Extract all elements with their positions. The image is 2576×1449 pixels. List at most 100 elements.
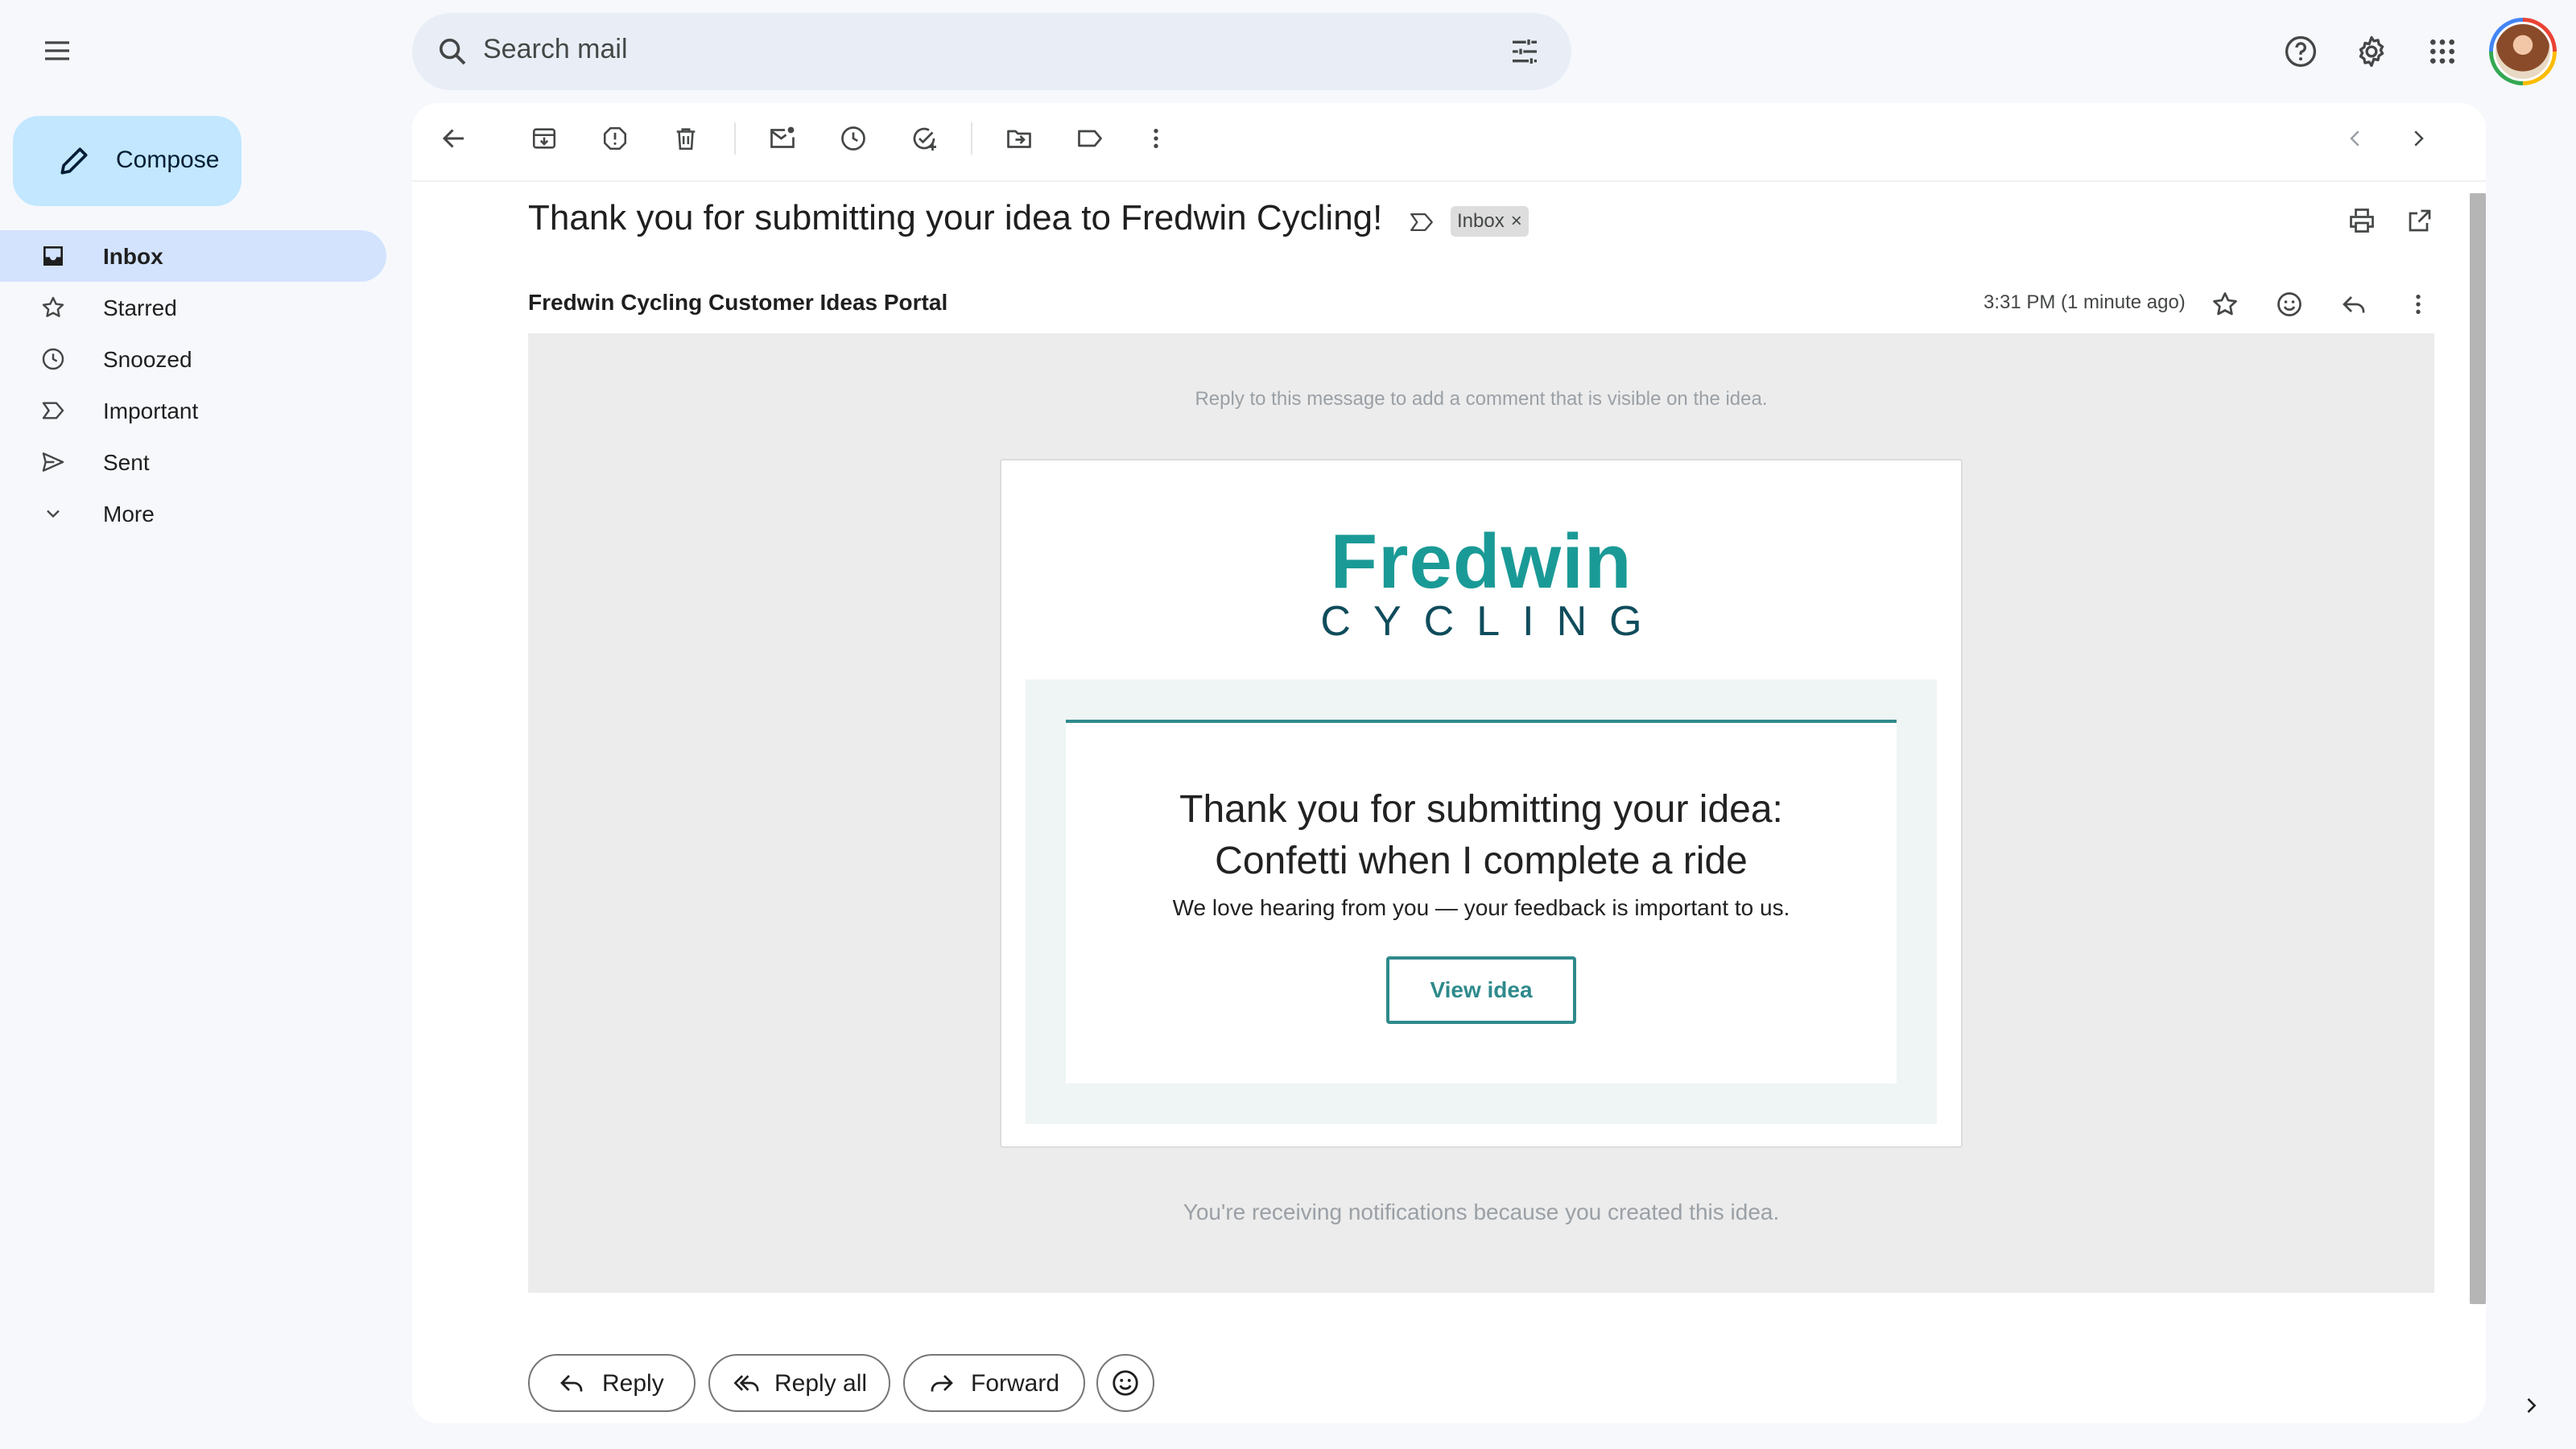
add-to-tasks-button[interactable] [902,116,947,161]
move-to-button[interactable] [997,116,1042,161]
report-spam-button[interactable] [592,116,638,161]
toolbar-divider [971,122,972,155]
toolbar-divider [734,122,736,155]
more-vert-icon [1154,129,1158,148]
sidebar-item-label: Important [103,398,199,423]
archive-icon [532,128,556,149]
snooze-button[interactable] [831,116,876,161]
settings-button[interactable] [2346,26,2397,77]
reply-all-button[interactable]: Reply all [708,1354,890,1412]
feedback-message: We love hearing from you — your feedback… [1172,895,1790,920]
more-vert-icon [2416,295,2421,314]
reply-instruction: Reply to this message to add a comment t… [1195,388,1768,410]
message-time: 3:31 PM (1 minute ago) [1984,291,2186,313]
main-menu-button[interactable] [29,23,85,79]
add-task-icon [913,127,936,151]
more-options-button[interactable] [1133,116,1179,161]
headline: Thank you for submitting your idea: Conf… [1066,784,1897,887]
chevron-right-icon [2527,1397,2537,1414]
hamburger-menu-icon [45,41,69,60]
sidebar-item-inbox[interactable]: Inbox [0,230,386,282]
fredwin-cycling-logo: Fredwin CYCLING [1001,518,1961,645]
reply-all-icon [731,1367,763,1399]
search-input[interactable]: Search mail [483,34,628,65]
emoji-reaction-button[interactable] [1096,1354,1154,1412]
forward-label: Forward [971,1370,1060,1397]
content-band: Thank you for submitting your idea: Conf… [1026,679,1937,1124]
sidebar-item-more[interactable]: More [0,488,386,539]
sidebar-item-label: Snoozed [103,347,192,372]
view-idea-button[interactable]: View idea [1386,956,1576,1024]
notification-reason: You're receiving notifications because y… [1183,1199,1780,1224]
open-in-new-window-button[interactable] [2397,198,2442,243]
mark-unread-button[interactable] [760,116,805,161]
archive-button[interactable] [522,116,567,161]
sidebar-item-label: Starred [103,295,177,320]
forward-button[interactable]: Forward [903,1354,1085,1412]
older-button[interactable] [2396,116,2441,161]
search-icon[interactable] [428,27,477,76]
sender-name[interactable]: Fredwin Cycling Customer Ideas Portal [528,290,947,316]
add-reaction-button[interactable] [2267,282,2312,327]
scrollbar-thumb[interactable] [2470,193,2486,1304]
importance-marker[interactable] [1404,204,1439,240]
headline-line-2: Confetti when I complete a ride [1215,840,1748,882]
label-chip-inbox[interactable]: Inbox × [1451,206,1529,237]
sidebar-item-label: More [103,502,155,526]
mail-unread-icon [770,126,795,148]
back-button[interactable] [431,116,477,161]
emoji-icon [2277,292,2301,316]
google-apps-button[interactable] [2417,26,2468,77]
content-box: Thank you for submitting your idea: Conf… [1066,720,1897,1084]
reply-label: Reply [602,1370,664,1397]
clock-icon [841,126,865,151]
trash-icon [676,128,696,151]
apps-grid-icon [2430,39,2454,64]
important-icon [39,396,68,425]
chevron-left-icon [2350,130,2359,147]
account-avatar[interactable] [2489,18,2557,85]
star-button[interactable] [2202,282,2248,327]
chevron-right-icon [2414,130,2424,147]
label-chip-text: Inbox [1457,210,1505,232]
sidebar-item-important[interactable]: Important [0,385,386,436]
toolbar-divider-line [412,180,2486,182]
compose-button[interactable]: Compose [13,116,242,206]
message-more-button[interactable] [2396,282,2441,327]
important-icon [1410,213,1433,232]
star-icon [2213,292,2237,316]
send-icon [39,448,68,477]
logo-main-text: Fredwin [1330,518,1633,605]
headline-line-1: Thank you for submitting your idea: [1179,788,1783,831]
label-icon [1078,130,1102,147]
logo-sub-text: CYCLING [1320,598,1665,645]
sidebar-item-starred[interactable]: Starred [0,282,386,333]
print-button[interactable] [2339,198,2384,243]
newer-button[interactable] [2333,116,2378,161]
show-side-panel-button[interactable] [2515,1389,2547,1422]
help-icon [2285,35,2317,68]
emoji-icon [1113,1370,1138,1396]
reply-icon [2343,296,2365,313]
print-icon [2350,208,2374,233]
search-options-icon[interactable] [1501,27,1549,76]
email-card: Fredwin CYCLING Thank you for submitting… [1000,459,1963,1148]
reply-icon [555,1367,588,1399]
help-button[interactable] [2275,26,2326,77]
delete-button[interactable] [663,116,708,161]
open-new-icon [2409,209,2431,232]
sidebar-item-sent[interactable]: Sent [0,436,386,488]
reply-all-label: Reply all [774,1370,868,1397]
sidebar-item-label: Sent [103,450,150,475]
reply-button-header[interactable] [2331,282,2376,327]
search-bar[interactable]: Search mail [412,13,1571,90]
sidebar-item-snoozed[interactable]: Snoozed [0,333,386,385]
inbox-icon [39,242,68,270]
forward-icon [926,1367,958,1399]
email-body: Reply to this message to add a comment t… [528,333,2434,1293]
chevron-down-icon [39,499,68,528]
remove-label-icon[interactable]: × [1511,210,1522,233]
gear-icon [2359,35,2384,68]
reply-button[interactable]: Reply [528,1354,696,1412]
labels-button[interactable] [1067,116,1113,161]
